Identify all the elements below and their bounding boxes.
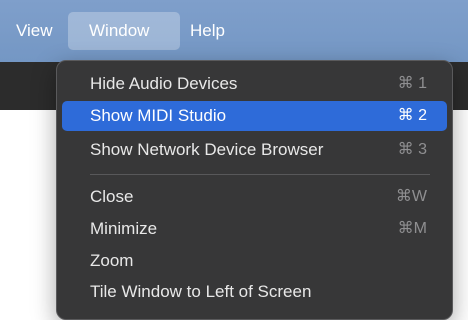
menu-item-close[interactable]: Close ⌘W [62,182,447,212]
menu-item-label: Close [90,187,134,206]
menu-item-label: Show Network Device Browser [90,140,324,159]
menu-item-show-midi-studio[interactable]: Show MIDI Studio ⌘ 2 [62,101,447,131]
menu-item-shortcut: ⌘ 1 [397,75,427,92]
menu-item-shortcut: ⌘ 2 [397,107,427,124]
menu-item-zoom[interactable]: Zoom [62,246,447,276]
menu-help[interactable]: Help [176,12,239,50]
window-menu-dropdown: Hide Audio Devices ⌘ 1 Show MIDI Studio … [56,60,453,320]
menu-item-label: Zoom [90,251,134,270]
menu-bar: View Window Help [0,0,468,62]
menu-window[interactable]: Window [68,12,180,50]
menu-item-hide-audio-devices[interactable]: Hide Audio Devices ⌘ 1 [62,69,447,99]
menu-item-tile-window-left[interactable]: Tile Window to Left of Screen [62,277,447,307]
menu-item-label: Show MIDI Studio [90,106,227,125]
menu-item-show-network-device-browser[interactable]: Show Network Device Browser ⌘ 3 [62,135,447,165]
menu-item-shortcut: ⌘W [395,188,427,205]
menu-item-shortcut: ⌘M [397,220,427,237]
menu-item-shortcut: ⌘ 3 [397,141,427,158]
menu-item-label: Hide Audio Devices [90,74,238,93]
menu-separator [90,174,430,175]
menu-item-label: Tile Window to Left of Screen [90,282,312,301]
menu-view[interactable]: View [4,12,65,50]
menu-item-label: Minimize [90,219,158,238]
menu-item-minimize[interactable]: Minimize ⌘M [62,214,447,244]
